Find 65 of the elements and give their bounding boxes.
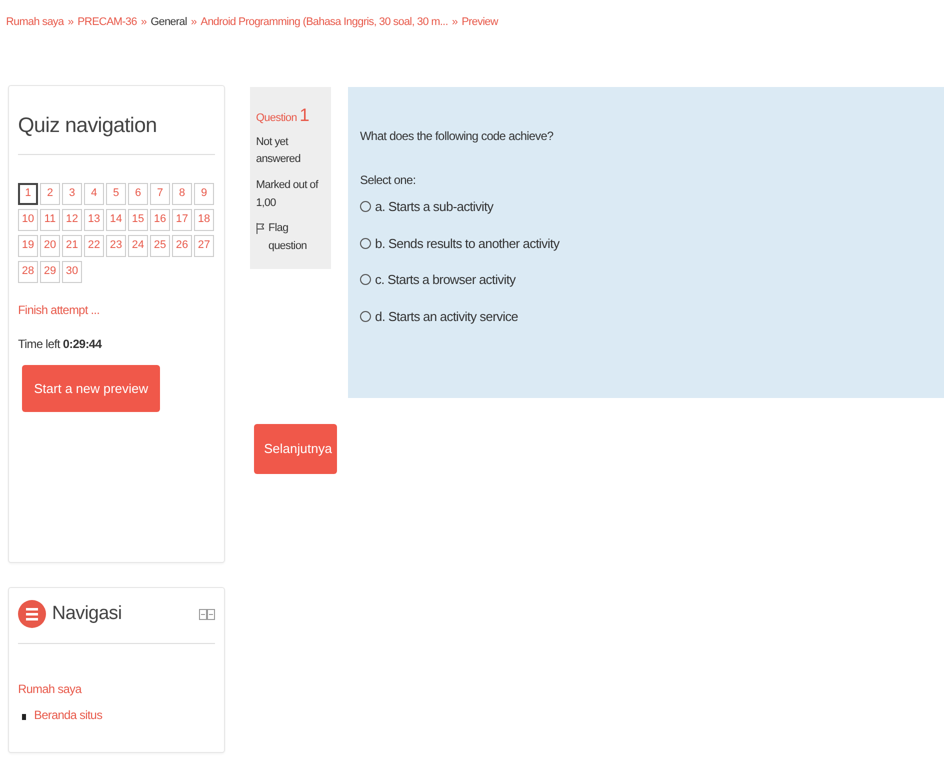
question-number-button[interactable]: 25 [150, 234, 170, 256]
flag-icon[interactable] [256, 223, 264, 234]
breadcrumb-link[interactable]: Preview [462, 14, 498, 30]
question-number-button[interactable]: 7 [150, 182, 170, 204]
question-number-button[interactable]: 27 [194, 234, 214, 256]
radio-button[interactable] [360, 201, 371, 212]
question-number-button[interactable]: 13 [84, 208, 104, 230]
start-new-preview-button[interactable]: Start a new preview [22, 364, 160, 412]
question-number-button[interactable]: 28 [18, 260, 38, 282]
menu-icon [18, 600, 46, 628]
dock-icon[interactable] [199, 608, 215, 620]
question-number-button[interactable]: 22 [84, 234, 104, 256]
panel-title: Quiz navigation [18, 100, 215, 154]
question-number-button[interactable]: 1 [18, 182, 38, 204]
question-marks: Marked out of 1,00 [256, 178, 320, 211]
navigation-link[interactable]: Beranda situs [34, 706, 102, 724]
option-label: c. Starts a browser activity [375, 271, 516, 289]
navigation-link[interactable]: Rumah saya [18, 680, 82, 698]
breadcrumb-link[interactable]: Android Programming (Bahasa Inggris, 30 soal, 30 m... [200, 14, 448, 30]
question-number-button[interactable]: 6 [128, 182, 148, 204]
radio-button[interactable] [360, 310, 371, 322]
question-number-button[interactable]: 20 [40, 234, 60, 256]
question-number-button[interactable]: 12 [62, 208, 82, 230]
question-number-button[interactable]: 23 [106, 234, 126, 256]
question-number-button[interactable]: 21 [62, 234, 82, 256]
select-prompt: Select one: [360, 172, 417, 189]
question-number-button[interactable]: 24 [128, 234, 148, 256]
finish-attempt-link[interactable]: Finish attempt ... [18, 300, 100, 318]
breadcrumb-separator: » [452, 15, 458, 30]
breadcrumb-separator: » [68, 15, 74, 30]
bullet-icon [22, 714, 26, 720]
breadcrumb-separator: » [190, 15, 197, 30]
breadcrumb-separator: » [140, 15, 147, 30]
question-number-button[interactable]: 18 [194, 208, 214, 230]
question-number-button[interactable]: 16 [150, 208, 170, 230]
question-number-button[interactable]: 19 [18, 234, 38, 256]
question-text: What does the following code achieve? [360, 128, 554, 145]
option-label: b. Sends results to another activity [375, 234, 560, 253]
question-number-button[interactable]: 3 [62, 182, 82, 204]
question-number-button[interactable]: 26 [172, 234, 192, 256]
question-number-button[interactable]: 30 [62, 260, 82, 282]
question-number-button[interactable]: 14 [106, 208, 126, 230]
question-number: Question 1 [256, 104, 310, 127]
block-title: Navigasi [52, 602, 122, 626]
breadcrumb-link[interactable]: Rumah saya [6, 14, 64, 30]
question-status: Not yet answered [256, 134, 302, 168]
question-number-button[interactable]: 9 [194, 182, 214, 204]
time-left-label: Time left 0:29:44 [18, 336, 103, 352]
flag-question-link[interactable]: Flag question [268, 220, 325, 256]
radio-button[interactable] [360, 238, 371, 249]
question-number-button[interactable]: 11 [40, 208, 60, 230]
breadcrumb-current: General [150, 15, 187, 30]
question-number-button[interactable]: 5 [106, 182, 126, 204]
radio-button[interactable] [360, 274, 371, 286]
question-number-button[interactable]: 10 [18, 208, 38, 230]
question-number-button[interactable]: 4 [84, 182, 104, 204]
next-button[interactable]: Selanjutnya [254, 424, 337, 474]
question-number-button[interactable]: 2 [40, 182, 60, 204]
breadcrumb-link[interactable]: PRECAM-36 [77, 14, 137, 30]
question-number-button[interactable]: 17 [172, 208, 192, 230]
option-label: d. Starts an activity service [375, 308, 518, 326]
question-number-button[interactable]: 29 [40, 260, 60, 282]
question-number-button[interactable]: 15 [128, 208, 148, 230]
option-label: a. Starts a sub-activity [375, 198, 494, 216]
question-number-button[interactable]: 8 [172, 182, 192, 204]
